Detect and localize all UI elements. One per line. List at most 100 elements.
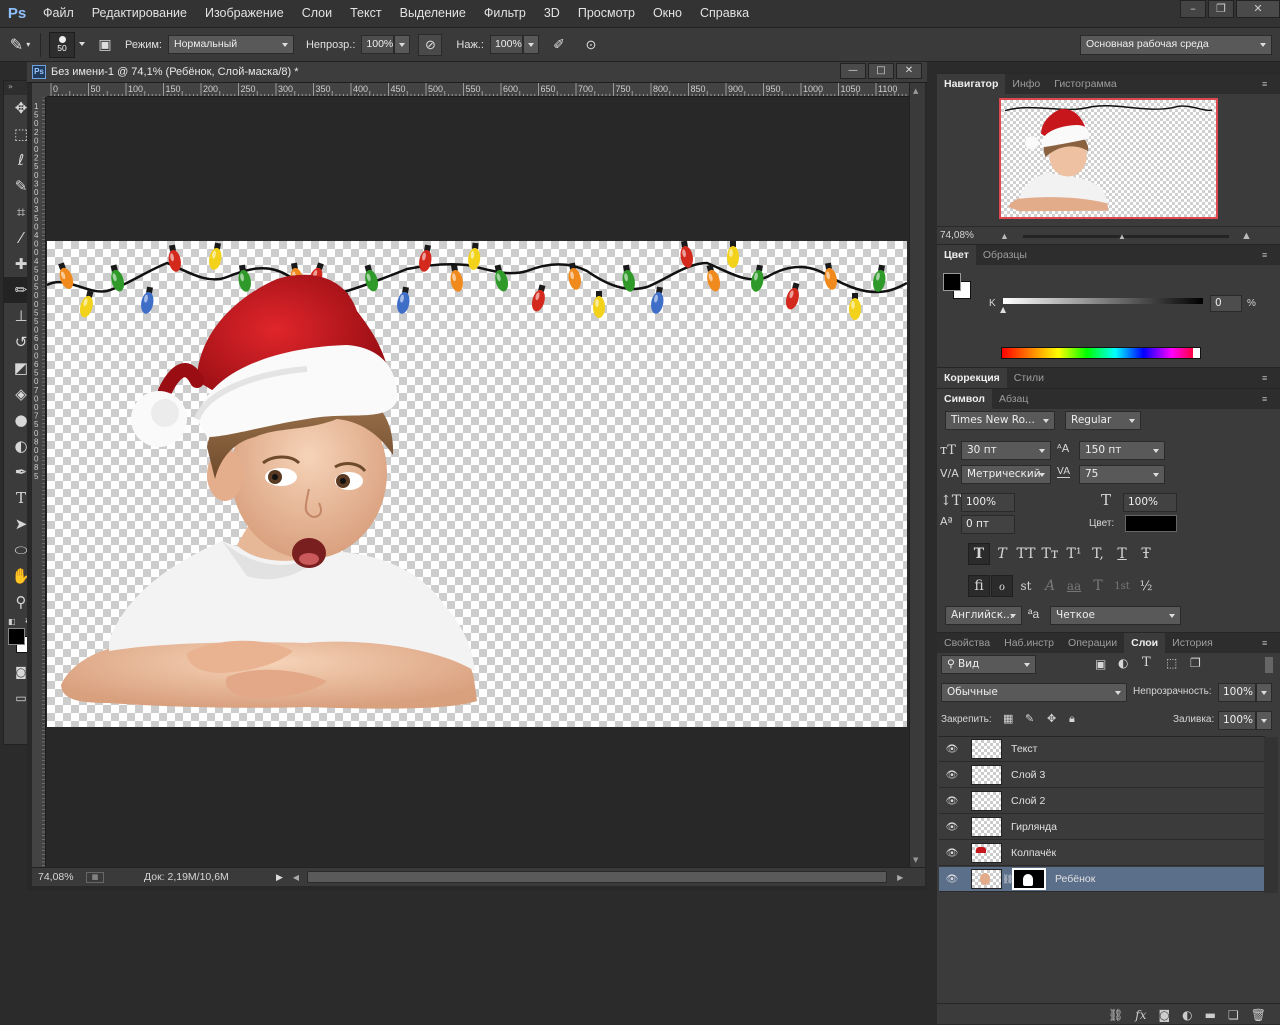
status-zoom[interactable]: 74,08% — [38, 871, 78, 883]
tab-character[interactable]: Символ — [937, 389, 992, 409]
antialias-select[interactable]: Четкое — [1050, 606, 1181, 625]
mode-select[interactable]: Нормальный — [167, 35, 294, 54]
layer-row-hat[interactable]: 👁︎ Колпачёк — [939, 841, 1265, 866]
tracking-select[interactable]: 75 — [1079, 465, 1165, 484]
tab-info[interactable]: Инфо — [1005, 74, 1047, 94]
navigator-preview[interactable] — [999, 98, 1218, 219]
visibility-eye-icon[interactable]: 👁︎ — [939, 822, 965, 833]
all-caps-button[interactable]: TT — [1015, 543, 1037, 565]
tab-properties[interactable]: Свойства — [937, 633, 997, 653]
visibility-eye-icon[interactable]: 👁︎ — [939, 744, 965, 755]
tab-color[interactable]: Цвет — [937, 245, 976, 265]
ordinals-button[interactable]: 1st — [1111, 575, 1133, 597]
new-adjustment-icon[interactable]: ◐ — [1182, 1008, 1192, 1022]
spectrum-bar[interactable] — [1001, 347, 1201, 359]
kerning-select[interactable]: Метрический — [961, 465, 1051, 484]
layers-menu-icon[interactable]: ≡ — [1262, 639, 1274, 648]
tab-adjustments[interactable]: Коррекция — [937, 368, 1007, 388]
opacity-dropdown[interactable] — [394, 35, 411, 54]
titling-alternates-button[interactable]: aa — [1063, 575, 1085, 597]
horizontal-scrollbar-thumb[interactable] — [307, 871, 888, 883]
filter-toggle-switch[interactable] — [1265, 657, 1273, 673]
restore-button[interactable]: ❐ — [1208, 0, 1234, 18]
navigator-zoom-value[interactable]: 74,08% — [940, 230, 980, 241]
correction-menu-icon[interactable]: ≡ — [1262, 374, 1274, 383]
vertical-scrollbar[interactable]: ▲ ▼ — [909, 83, 925, 868]
spectrum-white[interactable] — [1193, 348, 1200, 358]
vertical-ruler[interactable]: 1502002503003504004505005506006507007508… — [32, 97, 46, 867]
layer-row-layer2[interactable]: 👁︎ Слой 2 — [939, 789, 1265, 814]
layer-filter-select[interactable]: ⚲ Вид — [941, 655, 1036, 674]
minimize-button[interactable]: – — [1180, 0, 1206, 18]
fill-input[interactable]: 100% — [1218, 711, 1256, 730]
document-close-button[interactable]: ✕ — [896, 63, 922, 79]
tab-actions[interactable]: Операции — [1061, 633, 1124, 653]
hscroll-right-icon[interactable]: ▶ — [897, 873, 903, 882]
brush-tool-preset-icon[interactable]: ✎ ▾ — [0, 35, 40, 55]
pressure-dropdown[interactable] — [522, 35, 539, 54]
status-preview-icon[interactable]: ▦ — [86, 871, 104, 883]
layer-mask-thumbnail[interactable] — [1012, 868, 1046, 890]
opacity-input[interactable]: 100% — [361, 35, 395, 54]
menu-layers[interactable]: Слои — [293, 0, 341, 27]
lock-all-icon[interactable]: 🔒︎ — [1069, 712, 1075, 726]
text-color-swatch[interactable] — [1125, 515, 1177, 532]
brush-size-dropdown[interactable] — [75, 35, 87, 54]
filter-adjustment-icon[interactable]: ◐ — [1118, 656, 1128, 670]
menu-window[interactable]: Окно — [644, 0, 691, 27]
small-caps-button[interactable]: Tт — [1039, 543, 1061, 565]
layer-row-text[interactable]: 👁︎ Текст — [939, 737, 1265, 762]
color-fg-swatch[interactable] — [943, 273, 961, 291]
layer-row-garland[interactable]: 👁︎ Гирлянда — [939, 815, 1265, 840]
visibility-eye-icon[interactable]: 👁︎ — [939, 848, 965, 859]
color-menu-icon[interactable]: ≡ — [1262, 251, 1274, 260]
k-value-input[interactable]: 0 — [1210, 295, 1242, 312]
visibility-eye-icon[interactable]: 👁︎ — [939, 874, 965, 885]
zoom-slider-track[interactable] — [1023, 235, 1229, 238]
document-tab[interactable]: Ps Без имени-1 @ 74,1% (Ребёнок, Слой-ма… — [27, 62, 927, 83]
menu-select[interactable]: Выделение — [391, 0, 475, 27]
tab-layers[interactable]: Слои — [1124, 633, 1166, 653]
layer-style-icon[interactable]: fx — [1135, 1008, 1146, 1022]
scroll-up-icon[interactable]: ▲ — [913, 87, 918, 95]
horizontal-ruler[interactable]: 0 50 100 150 200 250 300 350 400 450 500 550 600 650 7… — [47, 83, 909, 97]
add-mask-icon[interactable]: ◙ — [1159, 1008, 1171, 1022]
lock-image-icon[interactable]: ✎ — [1025, 712, 1034, 725]
subscript-button[interactable]: T, — [1087, 543, 1109, 565]
filter-type-icon[interactable]: T — [1142, 655, 1151, 670]
menu-text[interactable]: Текст — [341, 0, 390, 27]
font-size-select[interactable]: 30 пт — [961, 441, 1051, 460]
menu-3d[interactable]: 3D — [535, 0, 569, 27]
navigator-menu-icon[interactable]: ≡ — [1262, 80, 1274, 89]
delete-layer-icon[interactable]: 🗑︎ — [1251, 1008, 1266, 1022]
ornaments-button[interactable]: T — [1087, 575, 1109, 597]
filter-pixel-icon[interactable]: ▣ — [1095, 657, 1106, 671]
zoom-in-icon[interactable]: ▲ — [1241, 230, 1252, 242]
filter-shape-icon[interactable]: ⬚ — [1166, 656, 1177, 670]
menu-edit[interactable]: Редактирование — [83, 0, 196, 27]
airbrush-icon[interactable]: ✐ — [547, 36, 571, 53]
leading-select[interactable]: 150 пт — [1079, 441, 1165, 460]
discretionary-ligatures-button[interactable]: ℴ — [991, 575, 1013, 597]
ruler-corner[interactable] — [32, 83, 47, 97]
menu-help[interactable]: Справка — [691, 0, 758, 27]
swash-button[interactable]: st — [1015, 575, 1037, 597]
workspace-select[interactable]: Основная рабочая среда — [1080, 35, 1272, 55]
close-button[interactable]: ✕ — [1236, 0, 1280, 18]
menu-image[interactable]: Изображение — [196, 0, 293, 27]
tab-navigator[interactable]: Навигатор — [937, 74, 1006, 94]
tab-histogram[interactable]: Гистограмма — [1047, 74, 1124, 94]
layer-row-layer3[interactable]: 👁︎ Слой 3 — [939, 763, 1265, 788]
layer-row-child[interactable]: 👁︎ ⛓︎ Ребёнок — [939, 867, 1265, 892]
faux-bold-button[interactable]: T — [968, 543, 990, 565]
brush-size-picker[interactable]: 50 — [49, 31, 75, 58]
language-select[interactable]: Английск... — [945, 606, 1022, 625]
vertical-scale-input[interactable]: 100% — [961, 493, 1015, 512]
menu-view[interactable]: Просмотр — [569, 0, 644, 27]
k-slider[interactable] — [1003, 298, 1203, 304]
menu-file[interactable]: Файл — [34, 0, 83, 27]
fractions-button[interactable]: ½ — [1135, 575, 1157, 597]
baseline-shift-input[interactable]: 0 пт — [961, 515, 1015, 534]
blend-mode-select[interactable]: Обычные — [941, 683, 1127, 702]
underline-button[interactable]: T — [1111, 543, 1133, 565]
